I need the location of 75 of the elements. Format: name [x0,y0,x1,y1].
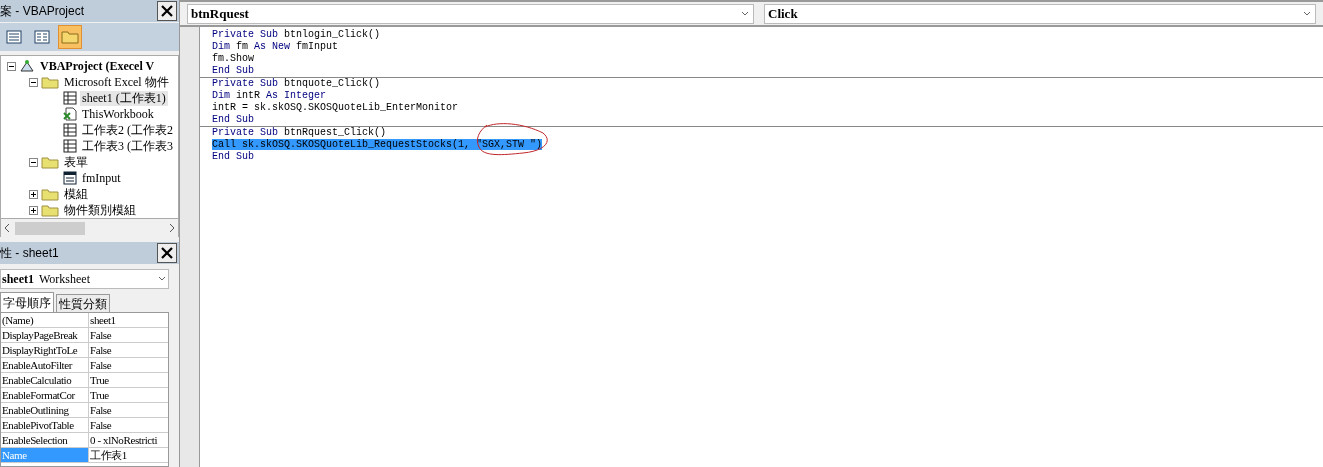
expand-toggle[interactable] [29,77,38,87]
expand-toggle[interactable] [29,205,38,215]
code-line: Dim intR As Integer [212,90,327,101]
code-line: Private Sub btnlogin_Click() [212,29,381,40]
expand-toggle[interactable] [29,157,38,167]
code-line: Private Sub btnRquest_Click() [212,127,387,138]
property-name[interactable]: EnableCalculatio [1,373,89,387]
folder-icon [41,187,59,201]
expand-toggle[interactable] [7,61,16,71]
object-combo[interactable]: btnRquest [187,3,754,24]
tab[interactable]: 性質分類 [56,294,110,312]
object-type: Worksheet [39,271,92,288]
property-value[interactable]: True [89,388,110,402]
tree-item[interactable]: 物件類別模組 [62,202,138,218]
code-line: fm.Show [212,53,254,64]
dropdown-caret-icon [740,9,750,18]
tree-item[interactable]: ThisWorkbook [80,106,156,122]
tab[interactable]: 字母順序 [0,292,54,312]
toggle-folders-button[interactable] [58,25,82,49]
close-button[interactable] [157,1,177,21]
sheet-icon [63,91,77,105]
tree-item[interactable]: fmInput [80,170,123,186]
horizontal-scrollbar[interactable] [0,219,179,237]
property-name[interactable]: EnableAutoFilter [1,358,89,372]
code-line: End Sub [212,151,254,162]
property-value[interactable]: False [89,403,113,417]
code-line: Private Sub btnquote_Click() [212,78,381,89]
property-value[interactable]: True [89,373,110,387]
object-dropdown[interactable]: sheet1 Worksheet [0,269,169,289]
property-name[interactable]: EnablePivotTable [1,418,89,432]
project-icon [19,59,35,73]
property-value[interactable]: False [89,418,113,432]
code-line: intR = sk.skOSQ.SKOSQuoteLib_EnterMonitor [212,102,459,113]
dropdown-caret-icon [1302,9,1312,18]
property-name[interactable]: (Name) [1,313,89,327]
tree-item[interactable]: VBAProject (Execel V [38,58,157,74]
property-name[interactable]: DisplayPageBreak [1,328,89,342]
dropdown-caret-icon [157,275,167,283]
panel-title: 性 - sheet1 [0,245,59,262]
object-name: sheet1 [2,271,34,288]
tree-item[interactable]: 模組 [62,186,90,202]
property-name[interactable]: EnableSelection [1,433,89,447]
property-name[interactable]: DisplayRightToLe [1,343,89,357]
tree-item[interactable]: Microsoft Excel 物件 [62,74,171,90]
property-value[interactable]: 工作表1 [89,448,128,462]
folder-icon [41,203,59,217]
code-line: Dim fm As New fmInput [212,41,339,52]
plus-icon [30,190,37,198]
workbook-icon [63,107,77,121]
plus-icon [30,206,37,214]
close-icon [160,4,174,18]
close-icon [160,246,174,260]
folder-icon [41,155,59,169]
procedure-combo[interactable]: Click [764,3,1316,24]
property-value[interactable]: False [89,343,113,357]
form-icon [63,171,77,185]
tree-item[interactable]: sheet1 (工作表1) [80,90,168,106]
property-value[interactable]: False [89,358,113,372]
scroll-thumb[interactable] [15,221,85,235]
expand-toggle[interactable] [29,189,38,199]
folder-icon [41,75,59,89]
property-name[interactable]: EnableFormatCor [1,388,89,402]
sheet-icon [63,123,77,137]
code-line: End Sub [212,65,254,76]
tree-item[interactable]: 表單 [62,154,90,170]
panel-title: 案 - VBAProject [0,3,85,20]
code-line: End Sub [212,114,254,125]
property-value[interactable]: sheet1 [89,313,117,327]
property-value[interactable]: False [89,328,113,342]
close-button[interactable] [157,243,177,263]
property-value[interactable]: 0 - xlNoRestricti [89,433,159,447]
sheet-icon [63,139,77,153]
property-name[interactable]: EnableOutlining [1,403,89,417]
tree-item[interactable]: 工作表3 (工作表3 [80,138,175,154]
tree-item[interactable]: 工作表2 (工作表2 [80,122,175,138]
